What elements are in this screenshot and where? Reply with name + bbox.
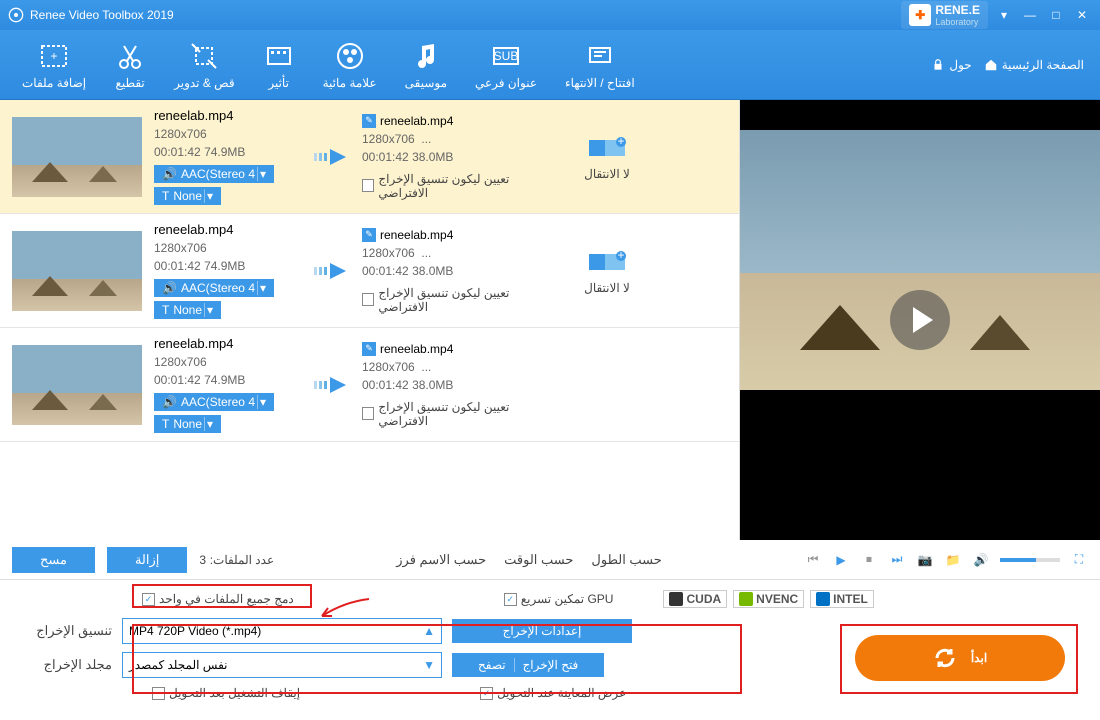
app-title: Renee Video Toolbox 2019 bbox=[30, 8, 174, 22]
sort-by-name[interactable]: حسب الاسم فرز bbox=[396, 552, 486, 568]
bottom-panel: دمج جميع الملفات في واحد GPU تمكين تسريع… bbox=[0, 580, 1100, 720]
subtitle-button[interactable]: TNone▾ bbox=[154, 187, 221, 205]
output-filename: reneelab.mp4 bbox=[380, 114, 453, 128]
main-toolbar: +إضافة ملفات تقطيع قص & تدوير تأثير علام… bbox=[0, 30, 1100, 100]
dropdown-icon[interactable]: ▾ bbox=[994, 5, 1014, 25]
hardware-badges: CUDA NVENC INTEL bbox=[663, 590, 873, 608]
preview-panel bbox=[740, 100, 1100, 540]
source-filename: reneelab.mp4 bbox=[154, 108, 302, 123]
edit-icon[interactable]: ✎ bbox=[362, 342, 376, 356]
source-resolution: 1280x706 bbox=[154, 125, 302, 143]
controls-bar: مسح إزالة عدد الملفات: 3 حسب الاسم فرز ح… bbox=[0, 540, 1100, 580]
transition-icon[interactable]: + bbox=[587, 247, 627, 277]
prev-button[interactable]: ⏮ bbox=[804, 551, 822, 569]
refresh-icon bbox=[933, 646, 957, 670]
close-button[interactable]: ✕ bbox=[1072, 5, 1092, 25]
play-control[interactable]: ▶ bbox=[832, 551, 850, 569]
next-button[interactable]: ⏭ bbox=[888, 551, 906, 569]
lock-icon bbox=[931, 58, 945, 72]
arrow-right-icon bbox=[312, 259, 352, 283]
default-format-checkbox[interactable] bbox=[362, 293, 374, 306]
cuda-badge: CUDA bbox=[663, 590, 727, 608]
volume-slider[interactable] bbox=[1000, 558, 1060, 562]
arrow-right-icon bbox=[312, 373, 352, 397]
snapshot-button[interactable]: 📷 bbox=[916, 551, 934, 569]
maximize-button[interactable]: □ bbox=[1046, 5, 1066, 25]
tool-effect[interactable]: تأثير bbox=[249, 34, 309, 96]
video-thumbnail bbox=[12, 231, 142, 311]
clear-button[interactable]: مسح bbox=[12, 547, 95, 573]
file-list: reneelab.mp4 1280x706 00:01:42 74.9MB 🔊A… bbox=[0, 100, 740, 540]
start-button[interactable]: ابدأ bbox=[855, 635, 1065, 681]
audio-codec-button[interactable]: 🔊AAC(Stereo 4▾ bbox=[154, 393, 274, 411]
title-bar: Renee Video Toolbox 2019 ✚ RENE.ELaborat… bbox=[0, 0, 1100, 30]
fullscreen-button[interactable]: ⛶ bbox=[1070, 551, 1088, 569]
player-controls: ⏮ ▶ ⏹ ⏭ 📷 📁 🔊 ⛶ bbox=[804, 551, 1088, 569]
folder-button[interactable]: 📁 bbox=[944, 551, 962, 569]
intel-badge: INTEL bbox=[810, 590, 874, 608]
subtitle-button[interactable]: TNone▾ bbox=[154, 415, 221, 433]
home-icon bbox=[984, 58, 998, 72]
svg-text:+: + bbox=[51, 49, 58, 63]
file-row[interactable]: reneelab.mp41280x70600:01:42 74.9MB🔊AAC(… bbox=[0, 214, 739, 328]
sort-by-length[interactable]: حسب الطول bbox=[591, 552, 661, 568]
tool-cut[interactable]: تقطيع bbox=[100, 34, 160, 96]
file-count: عدد الملفات: 3 bbox=[199, 552, 274, 567]
annotation-arrow-icon bbox=[314, 594, 374, 624]
output-folder-label: مجلد الإخراج bbox=[12, 657, 112, 673]
default-format-checkbox[interactable] bbox=[362, 407, 374, 420]
output-format-label: تنسيق الإخراج bbox=[12, 623, 112, 639]
svg-text:+: + bbox=[617, 134, 624, 148]
edit-icon[interactable]: ✎ bbox=[362, 228, 376, 242]
tool-subtitle[interactable]: SUBعنوان فرعي bbox=[461, 34, 551, 96]
nav-about[interactable]: حول bbox=[931, 58, 971, 72]
nav-home[interactable]: الصفحة الرئيسية bbox=[984, 58, 1084, 72]
default-format-checkbox[interactable] bbox=[362, 179, 374, 192]
tool-intro-outro[interactable]: افتتاح / الانتهاء bbox=[551, 34, 649, 96]
brand-logo-icon: ✚ bbox=[909, 4, 931, 26]
audio-codec-button[interactable]: 🔊AAC(Stereo 4▾ bbox=[154, 165, 274, 183]
brand-badge: ✚ RENE.ELaboratory bbox=[901, 1, 988, 29]
edit-icon[interactable]: ✎ bbox=[362, 114, 376, 128]
preview-image bbox=[740, 130, 1100, 390]
svg-text:+: + bbox=[617, 248, 624, 262]
svg-text:SUB: SUB bbox=[494, 49, 519, 63]
audio-codec-button[interactable]: 🔊AAC(Stereo 4▾ bbox=[154, 279, 274, 297]
sort-by-time[interactable]: حسب الوقت bbox=[504, 552, 573, 568]
file-row[interactable]: reneelab.mp4 1280x706 00:01:42 74.9MB 🔊A… bbox=[0, 100, 739, 214]
nvenc-badge: NVENC bbox=[733, 590, 804, 608]
highlight-box bbox=[132, 584, 312, 608]
tool-watermark[interactable]: علامة مائية bbox=[309, 34, 391, 96]
volume-icon[interactable]: 🔊 bbox=[972, 551, 990, 569]
file-row[interactable]: reneelab.mp41280x70600:01:42 74.9MB🔊AAC(… bbox=[0, 328, 739, 442]
transition-icon[interactable]: + bbox=[587, 133, 627, 163]
arrow-right-icon bbox=[312, 145, 352, 169]
tool-crop-rotate[interactable]: قص & تدوير bbox=[160, 34, 249, 96]
sort-options: حسب الاسم فرز حسب الوقت حسب الطول bbox=[396, 552, 662, 568]
gpu-checkbox[interactable]: GPU تمكين تسريع bbox=[504, 592, 614, 606]
remove-button[interactable]: إزالة bbox=[107, 547, 187, 573]
tool-music[interactable]: موسيقى bbox=[391, 34, 461, 96]
stop-button[interactable]: ⏹ bbox=[860, 551, 878, 569]
app-icon bbox=[8, 7, 24, 23]
subtitle-button[interactable]: TNone▾ bbox=[154, 301, 221, 319]
highlight-box bbox=[132, 624, 742, 694]
video-thumbnail bbox=[12, 345, 142, 425]
play-button[interactable] bbox=[890, 290, 950, 350]
video-thumbnail bbox=[12, 117, 142, 197]
minimize-button[interactable]: — bbox=[1020, 5, 1040, 25]
tool-add-files[interactable]: +إضافة ملفات bbox=[8, 34, 100, 96]
